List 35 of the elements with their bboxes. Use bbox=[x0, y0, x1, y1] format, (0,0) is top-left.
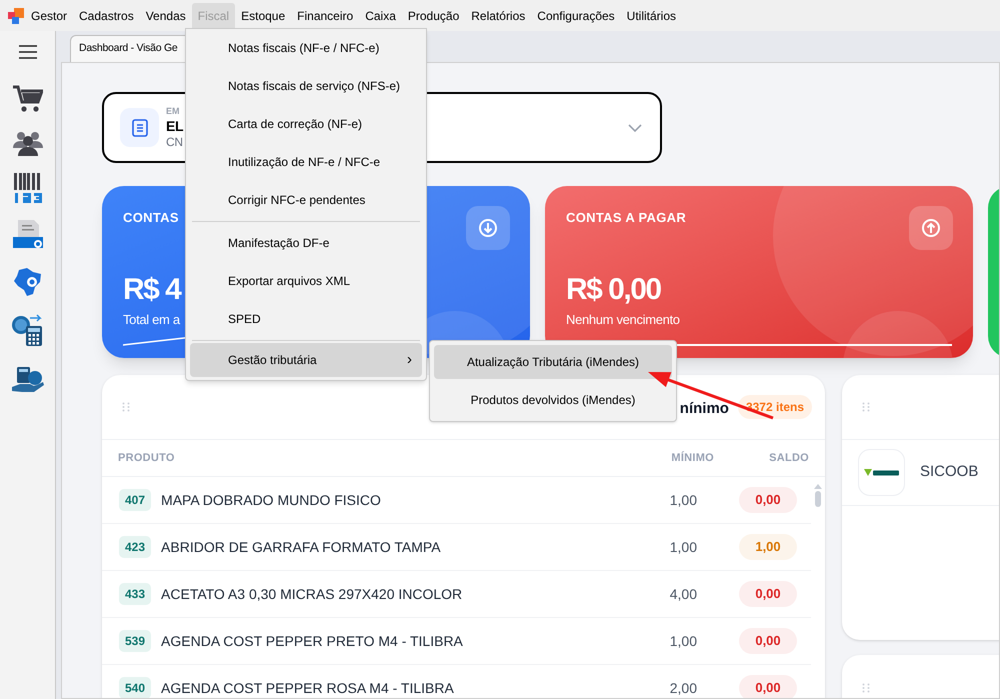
card-title: CONTAS A PAGAR bbox=[566, 209, 686, 227]
product-code: 539 bbox=[119, 630, 152, 652]
balance-badge: 0,00 bbox=[739, 628, 797, 654]
product-name: ABRIDOR DE GARRAFA FORMATO TAMPA bbox=[161, 538, 442, 556]
minimum-value: 1,00 bbox=[668, 538, 697, 556]
card-title: CONTAS bbox=[123, 209, 179, 227]
bank-name: SICOOB bbox=[920, 462, 978, 482]
balance-badge: 1,00 bbox=[739, 534, 797, 560]
card-amount: R$ 0,00 bbox=[566, 272, 661, 308]
minimum-value: 4,00 bbox=[668, 584, 697, 604]
product-code: 423 bbox=[119, 536, 152, 558]
company-label: EM bbox=[166, 107, 180, 116]
panel-title: nínimo bbox=[680, 399, 729, 420]
product-code: 540 bbox=[119, 677, 152, 698]
company-subtitle: CN bbox=[166, 136, 183, 148]
product-name: AGENDA COST PEPPER ROSA M4 - TILIBRA bbox=[161, 678, 455, 698]
minimum-value: 2,00 bbox=[668, 678, 697, 698]
balance-badge: 0,00 bbox=[739, 581, 797, 607]
card-caption: Total em a bbox=[123, 311, 180, 329]
column-header: MÍNIMO bbox=[670, 450, 714, 466]
product-name: AGENDA COST PEPPER PRETO M4 - TILIBRA bbox=[161, 632, 464, 650]
product-name: MAPA DOBRADO MUNDO FISICO bbox=[161, 490, 382, 510]
product-code: 433 bbox=[119, 583, 152, 605]
minimum-value: 1,00 bbox=[668, 632, 697, 650]
card-caption: Nenhum vencimento bbox=[566, 311, 680, 329]
card-amount: R$ 4 bbox=[123, 272, 180, 308]
column-header: SALDO bbox=[768, 450, 809, 466]
product-name: ACETATO A3 0,30 MICRAS 297X420 INCOLOR bbox=[161, 584, 464, 604]
app-name: Gestor bbox=[31, 8, 68, 24]
column-header: PRODUTO bbox=[118, 450, 176, 466]
balance-badge: 0,00 bbox=[739, 487, 797, 513]
balance-badge: 0,00 bbox=[739, 675, 797, 698]
company-name: EL bbox=[166, 119, 184, 133]
minimum-value: 1,00 bbox=[668, 490, 697, 510]
product-code: 407 bbox=[119, 489, 152, 511]
